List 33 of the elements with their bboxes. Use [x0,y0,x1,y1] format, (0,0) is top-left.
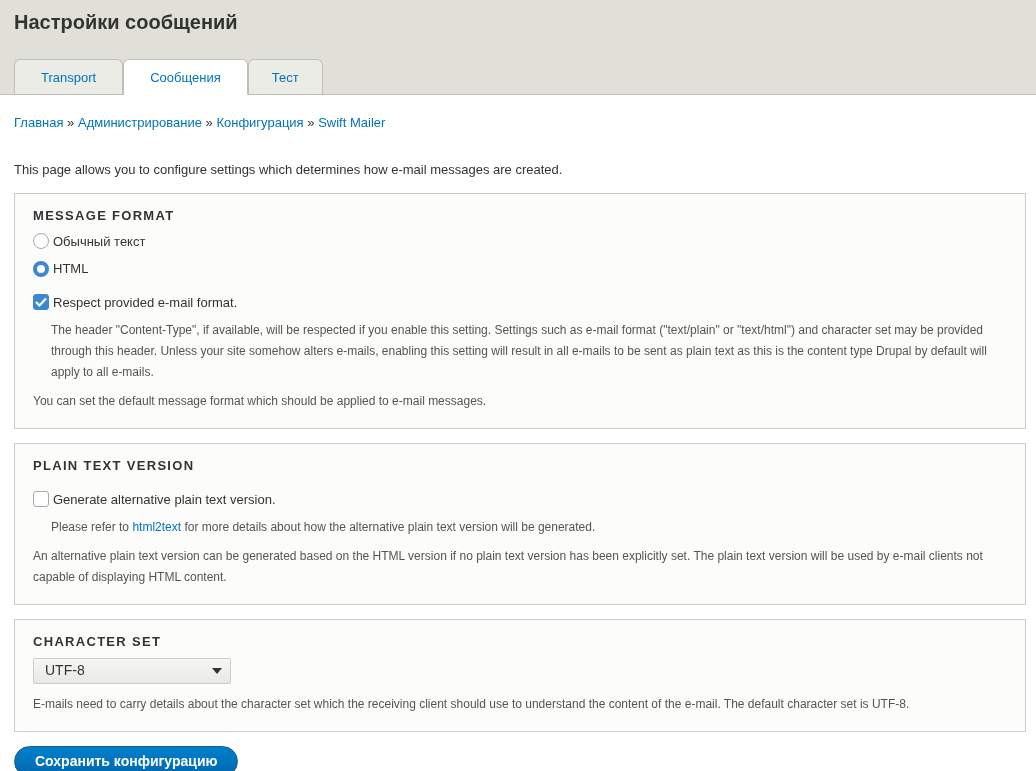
breadcrumb-separator: » [307,115,315,130]
checkbox-label[interactable]: Generate alternative plain text version. [53,489,276,509]
help-link[interactable]: html2text [132,520,182,534]
checkbox[interactable] [33,294,49,311]
dropdown-caret-icon [212,667,222,674]
breadcrumb-link[interactable]: Администрирование [77,115,202,130]
select-value: UTF-8 [45,661,85,680]
radio-button[interactable] [33,233,49,250]
save-button[interactable]: Сохранить конфигурацию [14,745,239,771]
tab[interactable]: Transport [14,59,124,94]
breadcrumb-separator: » [67,115,75,130]
page-title: Настройки сообщений [14,10,239,34]
option-label[interactable]: Обычный текст [53,231,146,251]
radio-button[interactable] [33,260,49,277]
tab[interactable]: Сообщения [123,59,248,95]
fieldset-legend: CHARACTER SET [33,632,1007,652]
breadcrumb-separator: » [205,115,213,130]
fieldset-legend: MESSAGE FORMAT [33,206,1007,226]
option-label[interactable]: HTML [53,259,89,279]
help-text: The header "Content-Type", if available, will be respected if you enable this setting. Settings such as e-mail format ("text/plain" or "text/html") and character set may be provided through this header. Unless your site somehow alters e-mails, enabling this setting will result in all e-mails to be sent as plain text as this is the content type Drupal by default will apply to all e-mails. [51,322,988,381]
fieldset-description: An alternative plain text version can be generated based on the HTML version if no plain text version has been explicitly set. The plain text version will be used by e-mail clients not capable of displaying HTML content. [33,548,984,586]
intro-text: This page allows you to configure settings which determines how e-mail messages are created. [14,160,564,179]
breadcrumb-link[interactable]: Swift Mailer [318,115,386,130]
checkbox-label[interactable]: Respect provided e-mail format. [53,292,238,312]
checkbox[interactable] [33,491,49,508]
fieldset-description: You can set the default message format which should be applied to e-mail messages. [33,393,488,410]
breadcrumb-link[interactable]: Конфигурация [216,115,304,130]
help-text: Please refer to html2text for more details about how the alternative plain text version will be generated. [51,519,597,536]
fieldset-description: E-mails need to carry details about the character set which the receiving client should use to understand the content of the e-mail. The default character set is UTF-8. [33,695,911,713]
breadcrumb-link[interactable]: Главная [14,115,64,130]
tab[interactable]: Тест [247,59,323,94]
select-field[interactable]: UTF-8 [33,657,231,684]
fieldset-legend: PLAIN TEXT VERSION [33,456,1007,476]
